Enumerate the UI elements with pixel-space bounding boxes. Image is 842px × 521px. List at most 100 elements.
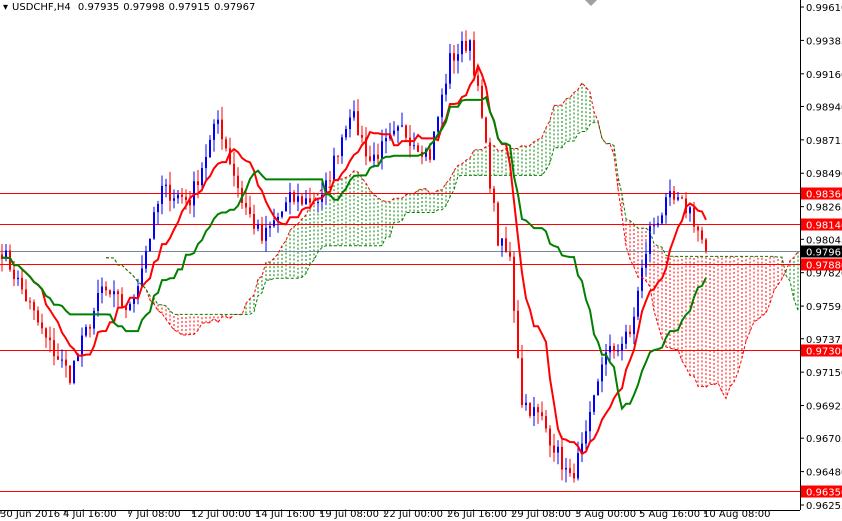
price-chart[interactable]: 0.99610 0.99385 0.99160 0.98940 0.98715 0.984…	[0, 0, 842, 521]
level-price-label: 0.98360	[806, 190, 842, 201]
candle-body	[397, 126, 399, 131]
candle-body	[217, 119, 219, 124]
candle-body	[621, 343, 623, 351]
candle-body	[405, 125, 407, 138]
candle-body	[481, 85, 483, 118]
candle-body	[69, 365, 71, 383]
candle-body	[305, 198, 307, 205]
candle-body	[617, 350, 619, 352]
candle-body	[13, 269, 15, 280]
candle-body	[129, 303, 131, 311]
candle-body	[693, 207, 695, 227]
y-tick-label: 0.96480	[806, 468, 842, 479]
y-tick-label: 0.99160	[806, 70, 842, 81]
candle-body	[541, 412, 543, 417]
x-tick-label: 3 Aug 00:00	[575, 509, 636, 520]
candle-body	[473, 40, 475, 76]
candle-body	[157, 203, 159, 213]
candle-body	[517, 310, 519, 359]
x-tick-label: 29 Jul 08:00	[511, 509, 571, 520]
candle-body	[633, 316, 635, 334]
candle-body	[509, 252, 511, 257]
candles	[1, 30, 707, 483]
candle-body	[221, 119, 223, 140]
x-tick-label: 14 Jul 16:00	[255, 509, 315, 520]
candle-body	[177, 194, 179, 199]
kijun-sen-line	[2, 95, 707, 411]
level-price-label: 0.97880	[806, 261, 842, 272]
candle-body	[213, 123, 215, 140]
candle-body	[361, 135, 363, 138]
candle-body	[469, 40, 471, 51]
candle-body	[553, 445, 555, 453]
candle-body	[73, 361, 75, 383]
y-tick-label: 0.98265	[806, 203, 842, 214]
candle-body	[497, 202, 499, 246]
candle-body	[577, 453, 579, 479]
candle-body	[445, 83, 447, 95]
candle-body	[205, 157, 207, 169]
candle-body	[513, 256, 515, 311]
candle-body	[273, 220, 275, 227]
candle-body	[537, 407, 539, 413]
current-price-label: 0.97967	[806, 248, 842, 259]
candle-body	[661, 215, 663, 224]
candle-body	[429, 149, 431, 160]
candle-body	[573, 473, 575, 479]
candle-body	[449, 53, 451, 84]
candle-body	[569, 468, 571, 474]
candle-body	[357, 111, 359, 136]
candle-body	[381, 141, 383, 159]
y-tick-label: 0.96255	[806, 501, 842, 512]
ichimoku-cloud	[145, 82, 799, 399]
candle-body	[417, 145, 419, 152]
y-tick-label: 0.98940	[806, 102, 842, 113]
candle-body	[641, 267, 643, 291]
candle-body	[697, 226, 699, 231]
candle-body	[113, 291, 115, 295]
candle-body	[173, 198, 175, 201]
candle-body	[525, 402, 527, 406]
candle-body	[665, 197, 667, 216]
chart-shift-marker-icon	[585, 0, 597, 6]
candle-body	[401, 125, 403, 127]
candle-body	[461, 40, 463, 55]
candle-body	[265, 227, 267, 241]
candle-body	[457, 54, 459, 61]
candle-body	[589, 411, 591, 432]
candle-body	[209, 139, 211, 158]
y-tick-label: 0.98490	[806, 169, 842, 180]
price-levels	[0, 193, 800, 492]
candle-body	[593, 395, 595, 412]
candle-body	[165, 184, 167, 186]
candle-body	[453, 53, 455, 61]
candle-body	[225, 139, 227, 149]
y-tick-label: 0.99385	[806, 36, 842, 47]
candle-body	[341, 137, 343, 157]
candle-body	[549, 428, 551, 446]
level-price-label: 0.98146	[806, 221, 842, 232]
time-axis: 30 Jun 2016 4 Jul 16:00 7 Jul 08:00 12 Jul …	[0, 509, 770, 520]
candle-body	[317, 201, 319, 203]
candle-body	[81, 335, 83, 355]
candle-body	[21, 277, 23, 290]
candle-body	[289, 192, 291, 203]
candle-body	[153, 212, 155, 239]
candle-body	[345, 129, 347, 138]
candle-body	[117, 291, 119, 295]
candle-body	[45, 328, 47, 338]
candle-body	[557, 446, 559, 453]
x-tick-label: 7 Jul 08:00	[127, 509, 181, 520]
candle-body	[597, 381, 599, 396]
candle-body	[681, 197, 683, 199]
candle-body	[145, 251, 147, 269]
y-tick-label: 0.96925	[806, 402, 842, 413]
y-tick-label: 0.98715	[806, 136, 842, 147]
candle-body	[105, 286, 107, 291]
candle-body	[57, 356, 59, 360]
candle-body	[585, 431, 587, 444]
x-tick-label: 30 Jun 2016	[0, 509, 60, 520]
candle-body	[261, 224, 263, 241]
candle-body	[609, 346, 611, 353]
candle-body	[489, 142, 491, 189]
